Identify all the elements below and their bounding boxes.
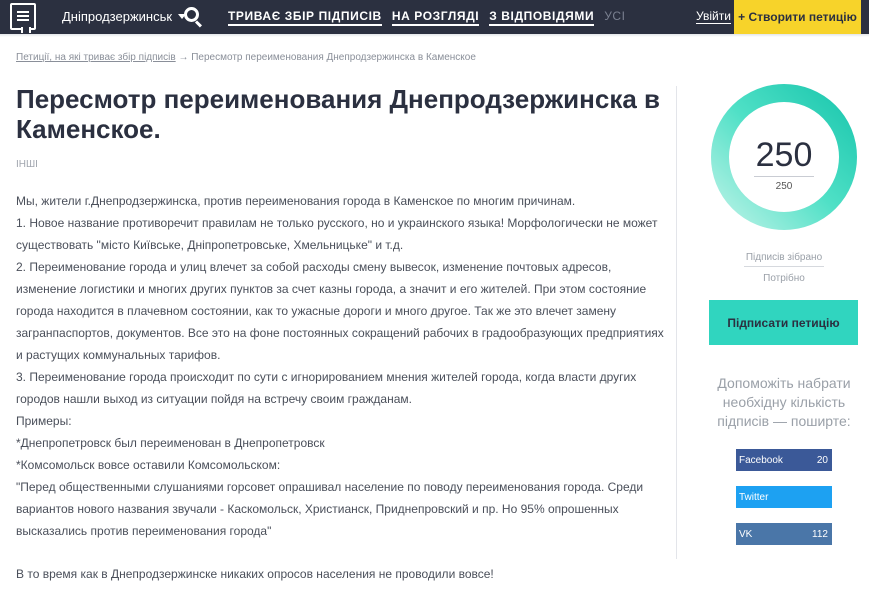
main-nav: ТРИВАЄ ЗБІР ПІДПИСІВ НА РОЗГЛЯДІ З ВІДПО…	[228, 9, 626, 26]
signatures-needed: 250	[775, 181, 793, 192]
create-petition-button[interactable]: + Створити петицію	[734, 0, 861, 34]
twitter-share-button[interactable]: Twitter	[736, 486, 832, 508]
facebook-label: Facebook	[739, 454, 783, 466]
petition-title: Пересмотр переименования Днепродзержинск…	[16, 84, 660, 144]
twitter-label: Twitter	[739, 491, 769, 503]
vk-label: VK	[739, 528, 753, 540]
navbar-shadow	[0, 34, 869, 37]
vk-count: 112	[812, 528, 828, 540]
petition-category: ІНШІ	[16, 159, 38, 170]
nav-all[interactable]: УСІ	[604, 9, 625, 26]
top-navbar: Дніпродзержинськ ТРИВАЄ ЗБІР ПІДПИСІВ НА…	[0, 0, 869, 34]
facebook-share-button[interactable]: Facebook 20	[736, 449, 832, 471]
nav-answered[interactable]: З ВІДПОВІДЯМИ	[489, 9, 595, 26]
breadcrumb-link-collecting[interactable]: Петиції, на які триває збір підписів	[16, 52, 176, 63]
petition-paragraph: "Перед общественными слушаниями горсовет…	[16, 480, 644, 538]
city-selector[interactable]: Дніпродзержинськ	[62, 9, 187, 24]
breadcrumb-current: → Пересмотр переименования Днепродзержин…	[178, 52, 476, 63]
petition-logo-icon[interactable]	[10, 3, 36, 33]
share-prompt: Допоможіть набрати необхідну кількість п…	[717, 375, 851, 429]
facebook-count: 20	[816, 454, 828, 466]
petition-paragraph: 2. Переименование города и улиц влечет з…	[16, 260, 664, 362]
count-divider	[754, 176, 814, 177]
column-divider	[676, 86, 677, 559]
petition-paragraph: В то время как в Днепродзержинске никаки…	[16, 567, 494, 581]
login-link[interactable]: Увійти	[696, 9, 731, 24]
signatures-count: 250	[755, 136, 813, 174]
petition-paragraph: *Днепропетровск был переименован в Днепр…	[16, 436, 325, 450]
collected-divider	[744, 266, 824, 267]
sign-petition-button[interactable]: Підписати петицію	[709, 300, 858, 345]
breadcrumb: Петиції, на які триває збір підписів → П…	[16, 52, 476, 63]
vk-share-button[interactable]: VK 112	[736, 523, 832, 545]
petition-paragraph: *Комсомольск вовсе оставили Комсомольско…	[16, 458, 281, 472]
petition-paragraph: Примеры:	[16, 414, 72, 428]
petition-body: Мы, жители г.Днепродзержинска, против пе…	[16, 190, 666, 585]
petition-paragraph: 1. Новое название противоречит правилам …	[16, 216, 658, 252]
nav-under-review[interactable]: НА РОЗГЛЯДІ	[391, 9, 480, 26]
collected-label: Підписів зібрано	[745, 252, 823, 263]
petition-paragraph: 3. Переименование города происходит по с…	[16, 370, 637, 406]
search-icon[interactable]	[184, 7, 203, 28]
needed-label: Потрібно	[763, 273, 805, 284]
petition-paragraph: Мы, жители г.Днепродзержинска, против пе…	[16, 194, 576, 208]
city-name: Дніпродзержинськ	[62, 9, 173, 24]
nav-collecting[interactable]: ТРИВАЄ ЗБІР ПІДПИСІВ	[228, 9, 382, 26]
